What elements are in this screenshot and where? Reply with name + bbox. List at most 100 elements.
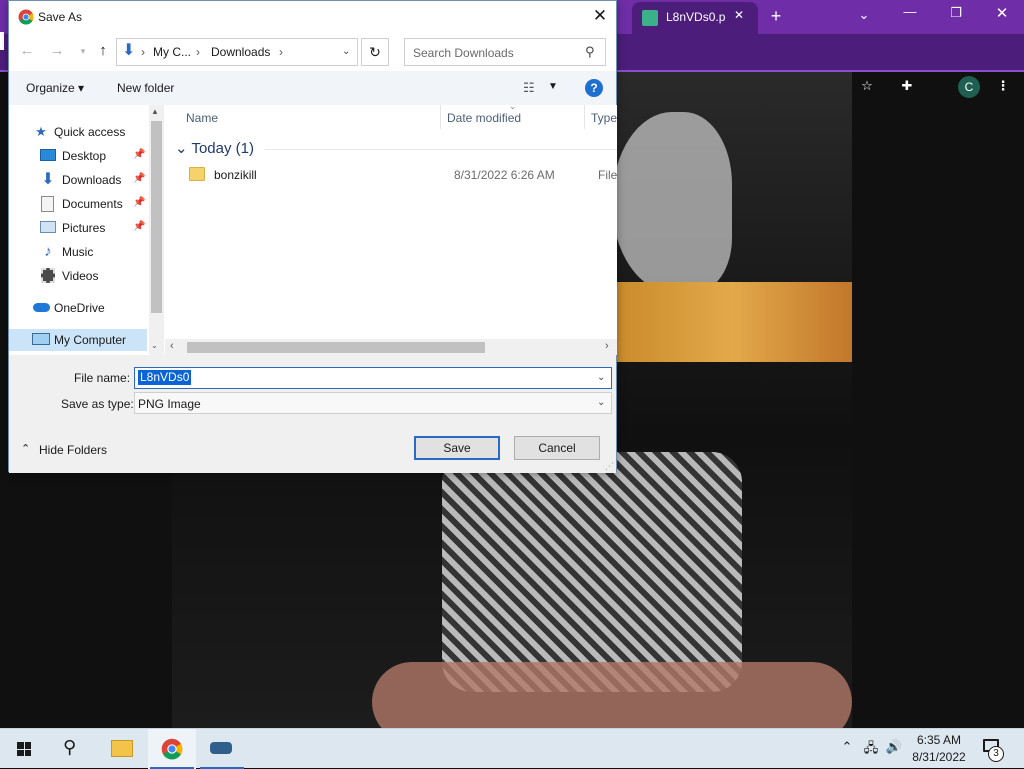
file-explorer-button[interactable] [98,729,146,769]
bookmark-star-icon[interactable]: ☆ [858,78,876,96]
forward-arrow-icon[interactable]: → [49,43,65,59]
new-folder-button[interactable]: New folder [117,81,174,95]
breadcrumb-separator-icon[interactable]: › [196,45,200,59]
network-icon[interactable]: 🖧 [862,739,880,757]
navigation-scrollbar[interactable]: ▲ ⌄ [149,105,164,355]
nav-item-videos[interactable]: Videos [9,265,149,287]
save-as-dialog: Save As ✕ ← → ▾ ↑ ⬇ › My C... › Download… [8,0,617,473]
column-divider[interactable] [584,105,585,129]
nav-item-label: Quick access [54,125,126,139]
cancel-button[interactable]: Cancel [514,436,600,460]
organize-button[interactable]: Organize ▾ [26,81,84,95]
address-bar[interactable]: ⬇ › My C... › Downloads › ⌄ [116,38,358,66]
scroll-right-arrow-icon[interactable]: › [605,340,609,352]
pin-icon[interactable]: 📌 [133,197,145,208]
save-button[interactable]: Save [414,436,500,460]
view-dropdown-chevron-icon[interactable]: ▼ [548,81,558,92]
dialog-command-bar: Organize ▾ New folder ☷ ▼ ? [9,71,616,105]
nav-item-music[interactable]: ♪ Music [9,241,149,263]
help-icon[interactable]: ? [585,79,603,97]
file-name-field[interactable]: L8nVDs0 ⌄ [134,367,612,389]
app-taskbar-button[interactable] [198,729,246,769]
browser-tab-active[interactable]: L8nVDs0.pı ✕ [632,2,758,34]
chrome-taskbar-button[interactable] [148,729,196,769]
breadcrumb-downloads[interactable]: Downloads [211,45,270,59]
resize-grip-icon[interactable]: ⋰ [605,461,614,472]
breadcrumb-my-computer[interactable]: My C... [153,45,191,59]
hide-folders-label: Hide Folders [39,443,108,457]
nav-item-label: OneDrive [54,301,105,315]
horizontal-scrollbar[interactable]: ‹ › [165,339,617,355]
show-hidden-icons-chevron-icon[interactable]: ⌃ [838,739,856,757]
close-browser-button[interactable]: ✕ [992,4,1012,22]
file-list: Name ⌄ Date modified Type ⌄ Today (1) bo… [165,105,617,339]
new-tab-button[interactable]: + [766,6,786,27]
start-button[interactable] [0,729,48,769]
group-header[interactable]: ⌄ Today (1) [175,139,254,157]
save-as-type-label: Save as type: [61,397,134,411]
column-header-date-modified[interactable]: Date modified [447,111,521,125]
refresh-icon: ↻ [369,44,381,60]
scroll-thumb[interactable] [151,121,162,313]
save-as-type-chevron-icon: ⌄ [597,397,606,408]
scroll-up-arrow-icon[interactable]: ▲ [151,107,159,116]
nav-item-pictures[interactable]: Pictures 📌 [9,217,149,239]
search-icon: ⚲ [585,44,595,59]
nav-item-label: Desktop [62,149,107,163]
tab-close-icon[interactable]: ✕ [734,8,744,22]
chrome-logo-icon [18,9,34,25]
scroll-left-arrow-icon[interactable]: ‹ [170,340,174,352]
taskbar-search-button[interactable]: ⚲ [48,729,96,769]
column-header-name[interactable]: Name [186,111,218,125]
file-name-dropdown-chevron-icon[interactable]: ⌄ [597,372,605,383]
nav-item-downloads[interactable]: ⬇ Downloads 📌 [9,169,149,191]
tab-search-chevron-icon[interactable]: ⌄ [856,7,872,23]
address-dropdown-chevron-icon[interactable]: ⌄ [342,46,350,57]
scroll-thumb[interactable] [187,342,485,353]
clock-date[interactable]: 8/31/2022 [900,750,978,764]
desktop-icon [40,149,56,161]
column-header-type[interactable]: Type [591,111,617,125]
back-arrow-icon[interactable]: ← [19,43,35,59]
breadcrumb-separator-icon[interactable]: › [279,45,283,59]
search-input[interactable]: Search Downloads ⚲ [404,38,606,66]
clock-time[interactable]: 6:35 AM [900,733,978,747]
restore-button[interactable]: ❐ [946,5,966,21]
nav-item-onedrive[interactable]: OneDrive [9,297,149,319]
folder-icon [111,740,133,757]
nav-item-desktop[interactable]: Desktop 📌 [9,145,149,167]
view-options-icon[interactable]: ☷ [523,80,535,96]
minimize-button[interactable]: — [900,4,920,19]
breadcrumb-separator-icon[interactable]: › [141,45,145,59]
nav-item-documents[interactable]: Documents 📌 [9,193,149,215]
side-panel-icon[interactable] [0,32,4,50]
dialog-titlebar: Save As ✕ [9,1,616,33]
pin-icon[interactable]: 📌 [133,149,145,160]
up-arrow-icon[interactable]: ↑ [95,43,111,59]
pin-icon[interactable]: 📌 [133,221,145,232]
chrome-logo-icon [161,738,183,760]
dialog-close-button[interactable]: ✕ [587,5,613,29]
file-row[interactable]: bonzikill 8/31/2022 6:26 AM File folder [165,165,617,187]
nav-item-my-computer[interactable]: My Computer [9,329,147,351]
scroll-down-arrow-icon[interactable]: ⌄ [151,341,158,350]
extensions-puzzle-icon[interactable]: ✚ [898,78,916,96]
file-date-modified: 8/31/2022 6:26 AM [454,168,555,182]
pin-icon[interactable]: 📌 [133,173,145,184]
downloads-folder-icon: ⬇ [122,42,136,59]
taskbar: ⚲ ⌃ 🖧 🔊 6:35 AM 8/31/2022 [0,728,1024,769]
save-as-type-select[interactable]: PNG Image ⌄ [134,392,612,414]
profile-avatar[interactable]: C [958,76,980,98]
column-divider[interactable] [440,105,441,129]
app-icon [210,742,232,754]
star-icon: ★ [35,124,47,139]
recent-locations-chevron-icon[interactable]: ▾ [75,43,91,59]
refresh-button[interactable]: ↻ [361,38,389,66]
nav-item-quick-access[interactable]: ★ Quick access [9,121,149,143]
tab-favicon-icon [642,10,658,26]
browser-menu-icon[interactable]: ⋮ [994,78,1012,96]
nav-item-label: Pictures [62,221,106,235]
picture-icon [40,221,56,233]
search-placeholder: Search Downloads [413,46,514,60]
nav-item-label: Downloads [62,173,122,187]
